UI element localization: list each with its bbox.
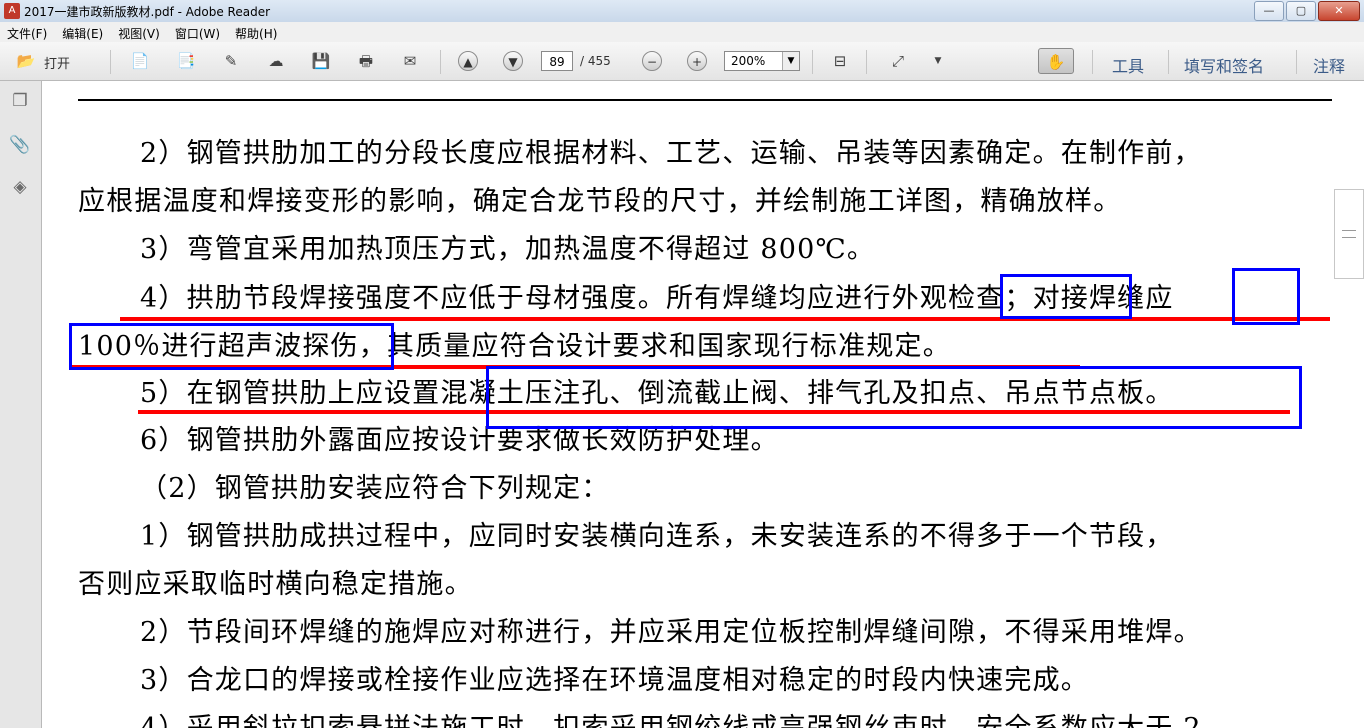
text-line: 应根据温度和焊接变形的影响，确定合龙节段的尺寸，并绘制施工详图，精确放样。 xyxy=(78,186,1122,217)
toolbar-separator xyxy=(1092,50,1093,74)
adobe-reader-icon: A xyxy=(4,3,20,19)
toolbar-separator xyxy=(1168,50,1169,74)
blue-box-annotation xyxy=(69,323,394,370)
red-underline-annotation xyxy=(120,317,1330,321)
scrollbar-grip-icon[interactable] xyxy=(1342,230,1356,238)
pages-icon[interactable]: ❐ xyxy=(8,89,32,113)
toolbar-separator xyxy=(440,50,441,74)
previous-page-button[interactable]: ▲ xyxy=(458,51,478,71)
toolbar-separator xyxy=(866,50,867,74)
text-line: 3）弯管宜采用加热顶压方式，加热温度不得超过 800℃。 xyxy=(140,234,876,265)
next-page-button[interactable]: ▼ xyxy=(503,51,523,71)
vertical-scrollbar[interactable] xyxy=(1334,189,1364,279)
zoom-select[interactable]: 200% ▼ xyxy=(724,51,800,71)
toolbar-separator xyxy=(1296,50,1297,74)
document-view[interactable]: 2）钢管拱肋加工的分段长度应根据材料、工艺、运输、吊装等因素确定。在制作前， 应… xyxy=(42,81,1364,728)
text-line: 4）采用斜拉扣索悬拼法施工时，扣索采用钢绞线或高强钢丝束时，安全系数应大于 2。 xyxy=(140,714,1230,728)
menu-window[interactable]: 窗口(W) xyxy=(168,22,228,42)
text-line: 2）节段间环焊缝的施焊应对称进行，并应采用定位板控制焊缝间隙，不得采用堆焊。 xyxy=(140,617,1202,648)
maximize-button[interactable]: ▢ xyxy=(1286,1,1316,21)
chevron-down-icon[interactable]: ▼ xyxy=(782,52,799,70)
text-line: 6）钢管拱肋外露面应按设计要求做长效防护处理。 xyxy=(140,425,779,456)
folder-icon[interactable]: 📂 xyxy=(16,51,36,71)
comment-button[interactable]: 注释 xyxy=(1313,53,1345,77)
blue-box-annotation xyxy=(486,366,1302,429)
menu-view[interactable]: 视图(V) xyxy=(111,22,168,42)
menu-edit[interactable]: 编辑(E) xyxy=(55,22,111,42)
upload-cloud-icon[interactable]: ☁ xyxy=(266,51,286,71)
blue-box-annotation xyxy=(1232,268,1300,325)
text-line: 2）钢管拱肋加工的分段长度应根据材料、工艺、运输、吊装等因素确定。在制作前， xyxy=(140,138,1202,169)
page-header-rule xyxy=(78,99,1332,101)
toolbar: 📂 打开 📄 📑 ✎ ☁ 💾 🖶 ✉ ▲ ▼ 89 / 455 − + 200%… xyxy=(0,42,1364,81)
zoom-in-button[interactable]: + xyxy=(687,51,707,71)
fit-page-icon[interactable]: ⊟ xyxy=(830,51,850,71)
title-bar: A 2017一建市政新版教材.pdf - Adobe Reader — ▢ ✕ xyxy=(0,0,1364,22)
toolbar-separator xyxy=(812,50,813,74)
text-line: 否则应采取临时横向稳定措施。 xyxy=(78,569,473,600)
toolbar-separator xyxy=(110,50,111,74)
page-total: / 455 xyxy=(580,54,611,68)
blue-box-annotation xyxy=(1000,274,1132,319)
menu-bar: 文件(F) 编辑(E) 视图(V) 窗口(W) 帮助(H) xyxy=(0,22,1364,42)
full-screen-icon[interactable]: ⤢ xyxy=(888,51,908,71)
text-line: 3）合龙口的焊接或栓接作业应选择在环境温度相对稳定的时段内快速完成。 xyxy=(140,665,1089,696)
text-line: （2）钢管拱肋安装应符合下列规定： xyxy=(140,473,610,504)
window-title: 2017一建市政新版教材.pdf - Adobe Reader xyxy=(24,5,271,19)
navigation-panel: ❐ 📎 ◈ xyxy=(0,81,42,728)
zoom-out-button[interactable]: − xyxy=(642,51,662,71)
page-number-input[interactable]: 89 xyxy=(541,51,573,71)
close-button[interactable]: ✕ xyxy=(1318,1,1360,21)
create-pdf-icon[interactable]: 📄 xyxy=(130,51,150,71)
open-button[interactable]: 打开 xyxy=(44,53,70,75)
paperclip-icon[interactable]: 📎 xyxy=(8,133,32,157)
layers-icon[interactable]: ◈ xyxy=(8,175,32,199)
print-icon[interactable]: 🖶 xyxy=(356,51,376,71)
zoom-value: 200% xyxy=(731,54,766,68)
export-pdf-icon[interactable]: 📑 xyxy=(176,51,196,71)
fill-sign-button[interactable]: 填写和签名 xyxy=(1184,53,1264,77)
hand-tool-icon[interactable]: ✋ xyxy=(1038,48,1074,74)
tools-button[interactable]: 工具 xyxy=(1112,53,1144,77)
chevron-down-icon[interactable]: ▼ xyxy=(928,51,948,71)
minimize-button[interactable]: — xyxy=(1254,1,1284,21)
save-icon[interactable]: 💾 xyxy=(311,51,331,71)
text-line: 1）钢管拱肋成拱过程中，应同时安装横向连系，未安装连系的不得多于一个节段， xyxy=(140,521,1174,552)
menu-help[interactable]: 帮助(H) xyxy=(228,22,285,42)
menu-file[interactable]: 文件(F) xyxy=(0,22,55,42)
edit-icon[interactable]: ✎ xyxy=(221,51,241,71)
email-icon[interactable]: ✉ xyxy=(400,51,420,71)
